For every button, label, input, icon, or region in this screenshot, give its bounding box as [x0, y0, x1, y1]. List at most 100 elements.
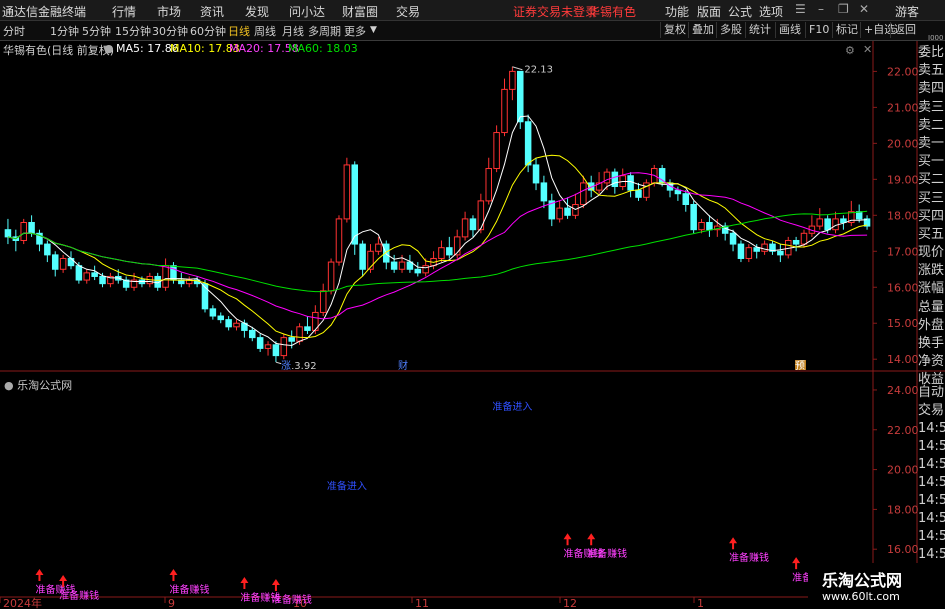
indicator-side-label: 自动	[918, 385, 945, 400]
candle-down	[674, 189, 682, 195]
candle-down	[256, 337, 264, 349]
candle-down	[658, 168, 666, 184]
candle-down	[753, 247, 760, 252]
candle-down	[777, 250, 784, 256]
profit-signal-label: 准备赚钱	[587, 547, 627, 560]
candle-down	[635, 189, 642, 198]
watermark: 乐淘公式网 www.60lt.com	[808, 563, 945, 609]
time-tick-label: 1	[697, 597, 704, 609]
candle-up	[162, 265, 169, 288]
quote-field-label: 涨幅	[918, 281, 945, 297]
kline-chart[interactable]: 22.00 21.00 20.00 19.00 18.00 17.00 16.00 15.00…	[0, 0, 945, 609]
candle-up	[398, 261, 406, 270]
up-arrow-icon	[169, 569, 178, 582]
quote-field-label: 买四	[918, 208, 945, 224]
event-marker-label: 财	[398, 359, 408, 372]
quote-field-label: 换手	[918, 336, 945, 351]
candle-down	[414, 268, 422, 274]
candle-up	[327, 261, 335, 292]
quote-field-label: 买二	[918, 172, 945, 188]
event-marker-label: 预	[795, 360, 805, 372]
up-arrow-icon	[240, 577, 249, 590]
candle-up	[800, 232, 808, 245]
candle-down	[4, 229, 12, 238]
up-arrow-icon	[729, 537, 738, 550]
quote-sidebar: 委比 卖五 卖四 卖三 卖二 卖一 买一 买二 买三 买四 买五 现价 涨跌 涨幅 总量 外盘 换手 净资 收益	[918, 44, 945, 390]
candle-up	[556, 207, 563, 220]
candle-down	[824, 218, 831, 231]
event-marker-label: 涨	[281, 360, 291, 372]
candle-up	[509, 70, 516, 90]
indicator-side-label: 14:5	[918, 511, 945, 526]
candle-up	[461, 218, 469, 238]
price-tick-label: 22.00	[887, 65, 919, 78]
quote-field-label: 买五	[918, 226, 945, 242]
profit-signal-label: 准备赚钱	[169, 583, 209, 596]
quote-field-label: 卖五	[918, 63, 945, 79]
time-tick-label: 11	[415, 597, 429, 609]
candle-down	[28, 221, 35, 234]
candle-up	[816, 218, 824, 227]
up-arrow-icon	[587, 533, 596, 546]
indicator-side-label: 14:5	[918, 475, 945, 490]
candle-up	[335, 218, 343, 263]
candle-down	[855, 211, 863, 220]
price-tick-label: 16.00	[887, 281, 919, 294]
watermark-name: 乐淘公式网	[822, 571, 903, 590]
candle-up	[343, 164, 351, 220]
candle-up	[296, 326, 303, 342]
candle-down	[706, 221, 713, 231]
candle-down	[67, 257, 75, 267]
candle-up	[493, 132, 500, 170]
indicator-side-label: 14:5	[918, 493, 945, 508]
indicator-tick-label: 16.00	[887, 543, 919, 556]
candle-up	[20, 221, 27, 241]
high-pointer	[512, 66, 523, 71]
candle-up	[422, 265, 429, 274]
indicator-side-label: 14:5	[918, 529, 945, 544]
candle-down	[390, 261, 398, 270]
quote-field-label: 现价	[918, 245, 945, 261]
price-tick-label: 17.00	[887, 245, 919, 258]
price-tick-label: 14.00	[887, 353, 919, 366]
candle-up	[745, 247, 753, 259]
candle-down	[351, 164, 358, 245]
indicator-side-label: 14:5	[918, 547, 945, 562]
candle-down	[729, 232, 737, 245]
indicator-side-label: 交易	[918, 403, 945, 418]
candle-up	[233, 322, 240, 328]
buy-signal-label: 准备进入	[327, 479, 367, 492]
candle-up	[83, 272, 91, 281]
indicator-side-label: 14:5	[918, 439, 945, 454]
ma5-line	[7, 115, 868, 347]
indicator-name: 乐淘公式网	[17, 379, 73, 392]
candle-up	[580, 182, 587, 206]
candle-down	[611, 171, 619, 188]
quote-field-label: 卖二	[918, 117, 945, 133]
low-label: 13.92	[288, 361, 317, 372]
price-tick-label: 20.00	[887, 137, 919, 150]
quote-field-label: 买一	[918, 154, 945, 170]
time-tick-label: 2024年	[3, 596, 42, 609]
candle-down	[225, 319, 232, 328]
candle-down	[51, 254, 59, 270]
quote-field-label: 买三	[918, 190, 945, 206]
price-tick-label: 19.00	[887, 173, 919, 186]
quote-field-label: 外盘	[918, 317, 945, 333]
candle-down	[249, 329, 256, 339]
candle-up	[698, 221, 705, 231]
indicator-side-label: 14:5	[918, 457, 945, 472]
candle-up	[280, 337, 288, 357]
profit-signal-label: 准备赚钱	[59, 589, 99, 602]
candle-down	[170, 265, 177, 281]
quote-field-label: 净资	[918, 354, 945, 370]
indicator-panel-title: ● 乐淘公式网	[4, 377, 72, 393]
panel-toggle-icon[interactable]: ●	[4, 379, 14, 392]
quote-field-label: 总量	[918, 299, 945, 315]
candle-down	[272, 344, 280, 357]
price-tick-label: 21.00	[887, 101, 919, 114]
up-arrow-icon	[563, 533, 572, 546]
indicator-tick-label: 20.00	[887, 464, 919, 477]
candle-up	[319, 290, 327, 313]
candle-down	[517, 70, 524, 123]
